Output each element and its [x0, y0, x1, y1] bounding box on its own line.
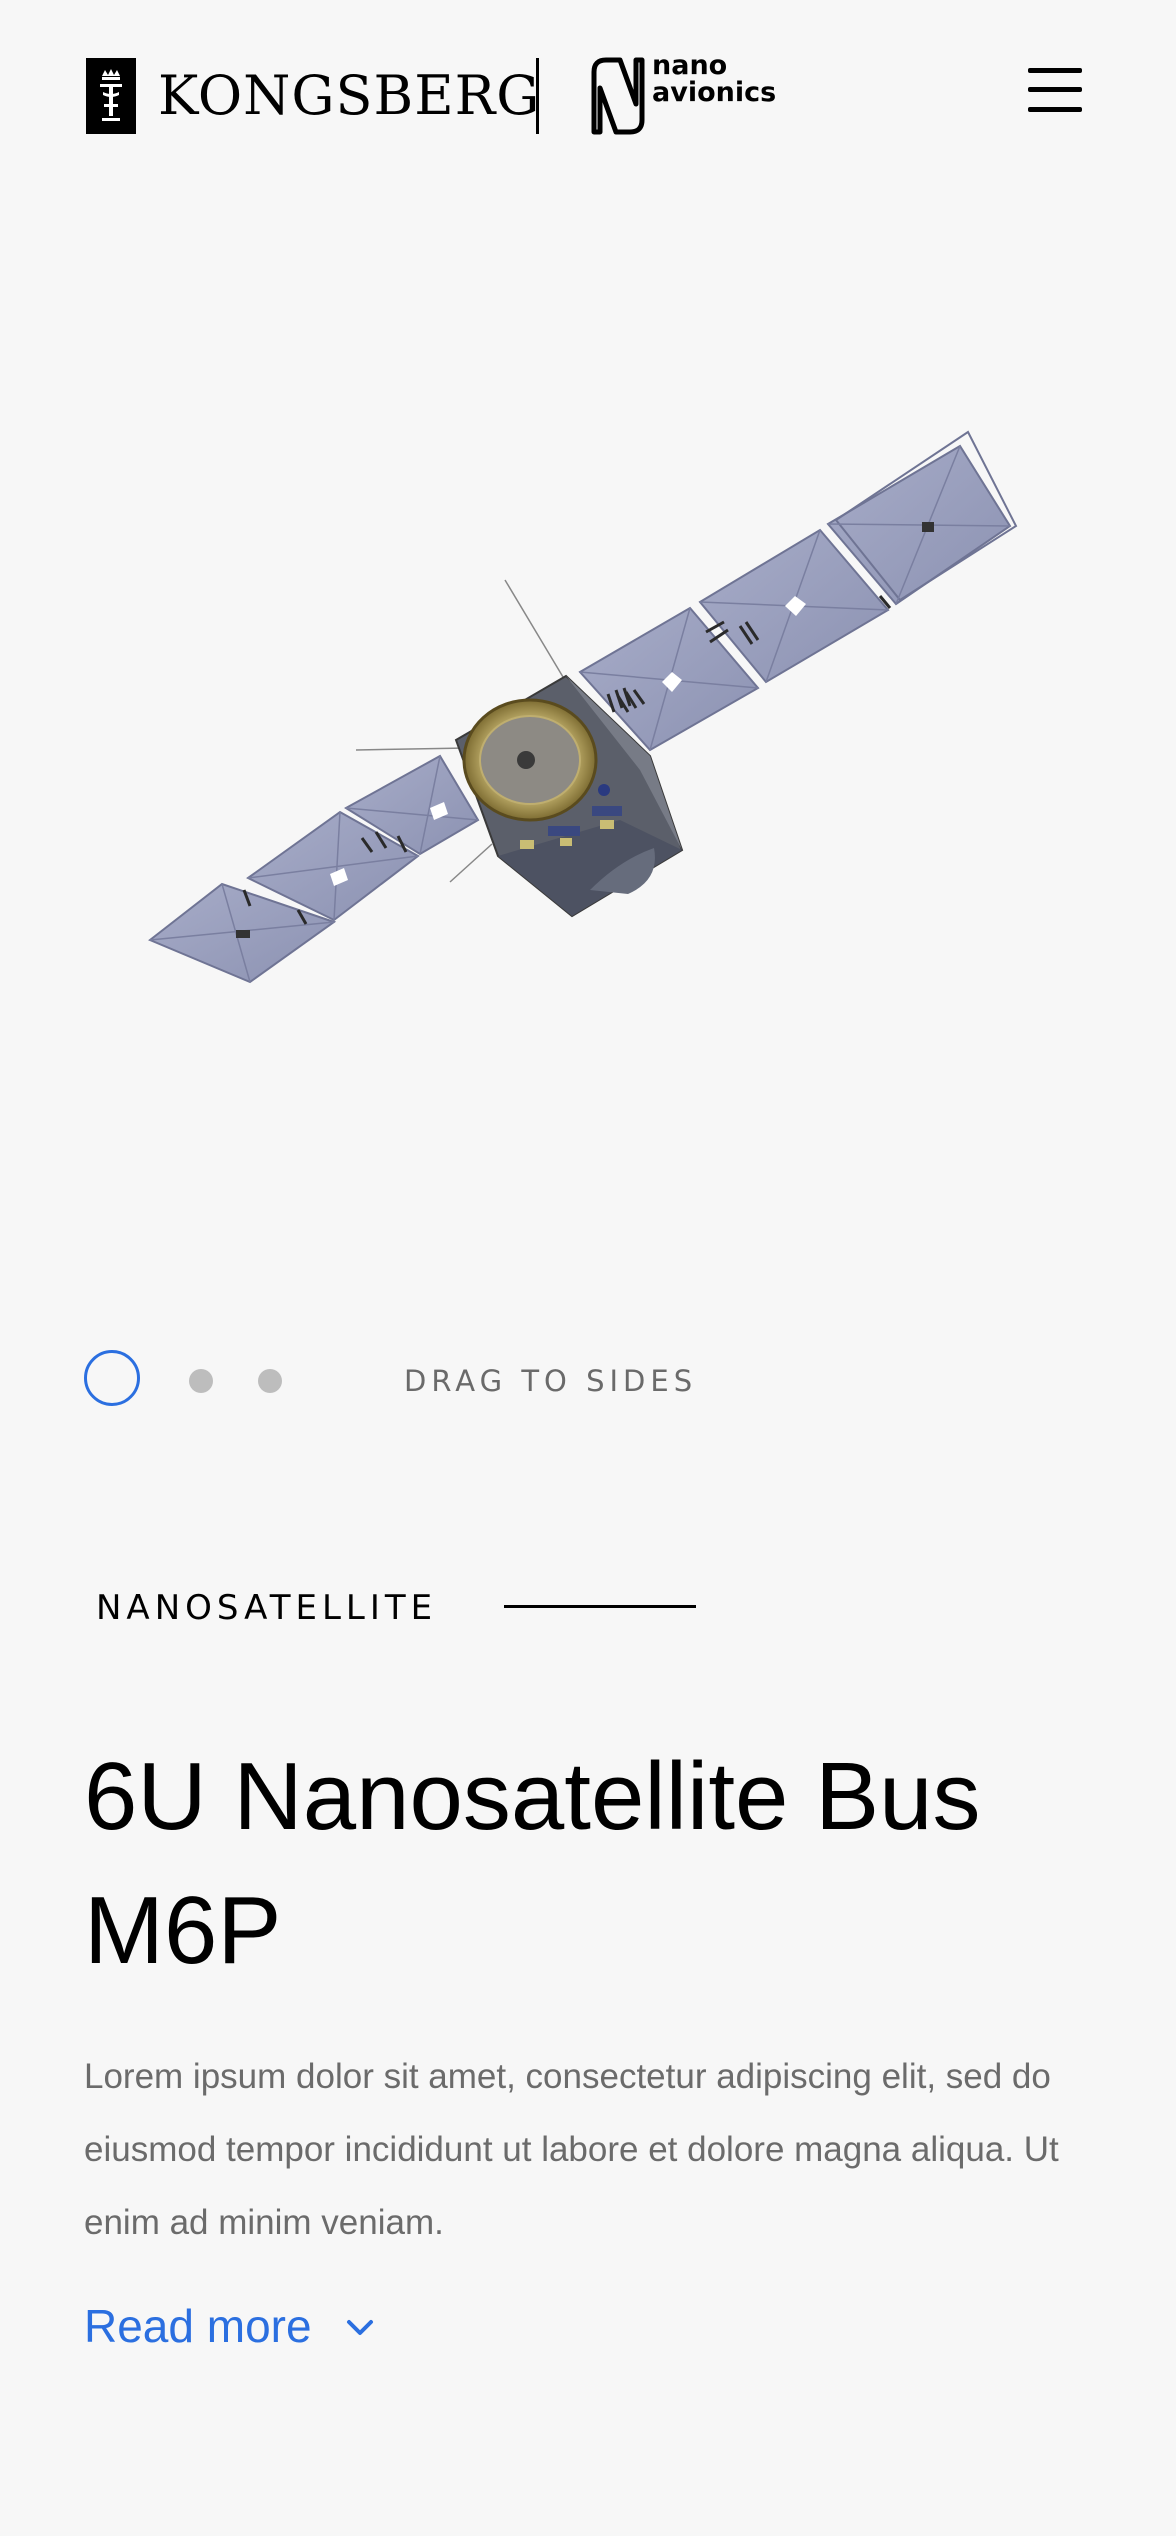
kongsberg-emblem-icon — [86, 58, 136, 134]
product-description: Lorem ipsum dolor sit amet, consectetur … — [84, 2057, 1059, 2242]
product-category: NANOSATELLITE — [96, 1588, 438, 1628]
nanoavionics-line1: nano — [652, 50, 728, 81]
nanoavionics-wordmark: nano avionics — [652, 52, 776, 106]
carousel-dot-2[interactable] — [189, 1369, 213, 1393]
read-more-link[interactable]: Read more — [84, 2296, 374, 2356]
category-divider — [504, 1605, 696, 1608]
page-title: 6U Nanosatellite Bus M6P — [84, 1743, 981, 1984]
read-more-label: Read more — [84, 2300, 312, 2352]
carousel-controls: DRAG TO SIDES — [0, 1345, 1176, 1415]
brand-divider — [536, 58, 539, 134]
carousel-dot-3[interactable] — [258, 1369, 282, 1393]
hamburger-menu-icon[interactable] — [1026, 66, 1084, 116]
nanoavionics-n-icon — [591, 57, 645, 135]
site-header: KONGSBERG nano avionics — [0, 0, 1176, 190]
nanoavionics-line2: avionics — [652, 77, 777, 108]
hero-carousel[interactable] — [0, 300, 1176, 1130]
chevron-down-icon — [346, 2320, 373, 2335]
carousel-dot-1[interactable] — [84, 1350, 140, 1406]
satellite-image — [148, 430, 1018, 984]
drag-hint: DRAG TO SIDES — [404, 1364, 698, 1398]
kongsberg-logo[interactable]: KONGSBERG — [0, 0, 539, 190]
kongsberg-wordmark: KONGSBERG — [158, 64, 541, 127]
